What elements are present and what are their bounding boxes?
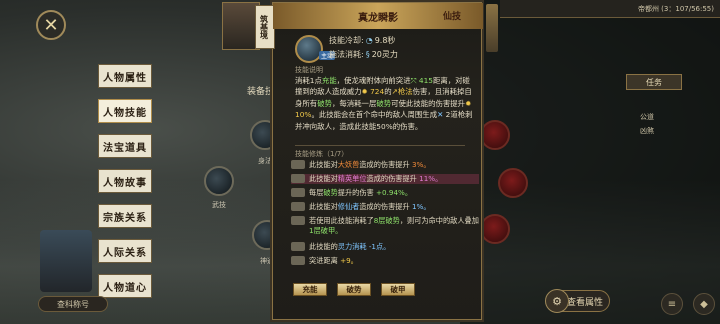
tab-relations[interactable]: 人际关系 <box>98 239 152 263</box>
inscription-title: 技能修炼（1/7） <box>295 150 349 158</box>
filter-break-momentum-button[interactable]: 破势 <box>337 283 371 296</box>
desc-title: 技能说明 <box>295 66 323 74</box>
enemy-skill-icon[interactable] <box>480 214 510 244</box>
menu-icon[interactable]: ≡ <box>661 293 683 315</box>
spike-icon: ✕ <box>437 110 444 120</box>
character-portrait[interactable] <box>40 230 92 292</box>
right-panel-backdrop <box>460 0 720 324</box>
enemy-skill-icon[interactable] <box>498 168 528 198</box>
divider <box>295 145 465 146</box>
inscription-row[interactable]: 此技能对修仙者造成的伤害提升 1%。 <box>291 202 479 212</box>
inscription-row[interactable]: 此技能的灵力消耗 -1点。 <box>291 242 479 252</box>
side-item-justice: 公道 <box>640 113 654 121</box>
equip-skill-label: 装备技 <box>247 87 275 97</box>
bag-icon[interactable]: ◆ <box>693 293 715 315</box>
movement-skill-label: 身法 <box>258 157 272 165</box>
inscription-row[interactable]: 此技能对精英单位造成的伤害提升 11%。 <box>291 174 479 184</box>
filter-armor-break-button[interactable]: 破甲 <box>381 283 415 296</box>
inscription-row[interactable]: 每层破势提升的伤害 +0.94%。 <box>291 188 479 198</box>
inscription-row[interactable]: 若使用此技能消耗了8层破势，则可为命中的敌人叠加 1层破甲。 <box>291 216 479 236</box>
skill-description: 消耗1点充能，使龙魂附体向前突进⤧ 415距离，对碰撞到的敌人造成威力✹ 724… <box>295 76 473 131</box>
task-button[interactable]: 任务 <box>626 74 682 90</box>
tab-treasures[interactable]: 法宝道具 <box>98 134 152 158</box>
side-item-evil: 凶煞 <box>640 127 654 135</box>
tab-story[interactable]: 人物故事 <box>98 169 152 193</box>
distance-icon: ⤧ <box>410 76 417 85</box>
inscription-icon <box>291 256 305 265</box>
martial-skill-label: 武技 <box>212 201 226 209</box>
close-button[interactable]: ✕ <box>36 10 66 40</box>
inscription-icon <box>291 242 305 251</box>
mana-icon: § <box>365 50 370 59</box>
portrait-title-label[interactable]: 查科称号 <box>38 296 108 312</box>
close-icon: ✕ <box>43 14 59 36</box>
skill-detail-popup: 筑基境 真龙瞬影 仙技 主动 技能冷却: ◔ 9.8秒 施法消耗: § 20灵力 技能说… <box>255 2 483 320</box>
cost-stat: 施法消耗: § 20灵力 <box>329 50 398 59</box>
martial-skill-icon[interactable] <box>204 166 234 196</box>
clock-icon: ◔ <box>365 36 373 45</box>
tab-dao-heart[interactable]: 人物道心 <box>98 274 152 298</box>
tab-attributes[interactable]: 人物属性 <box>98 64 152 88</box>
attribute-icon: ⚙ <box>545 289 569 313</box>
view-attributes-button[interactable]: ⚙ 查看属性 <box>545 289 610 313</box>
inscription-filter-buttons: 充能 破势 破甲 <box>293 283 463 296</box>
inscription-icon <box>291 202 305 211</box>
inscription-icon <box>291 160 305 169</box>
inscription-icon <box>291 216 305 225</box>
inscription-row[interactable]: 突进距离 +9。 <box>291 256 479 266</box>
scroll-handle[interactable] <box>486 4 498 52</box>
character-tabs: 人物属性 人物技能 法宝道具 人物故事 宗族关系 人际关系 人物道心 <box>98 64 154 309</box>
enemy-skill-icon[interactable] <box>480 120 510 150</box>
tier-badge: 仙技 <box>442 12 461 22</box>
inscription-icon <box>291 174 305 183</box>
realm-tag: 筑基境 <box>255 5 275 49</box>
tab-skills[interactable]: 人物技能 <box>98 99 152 123</box>
power-icon: ✹ <box>465 98 472 108</box>
filter-charge-button[interactable]: 充能 <box>293 283 327 296</box>
inscription-row[interactable]: 此技能对大妖兽造成的伤害提升 3%。 <box>291 160 479 170</box>
corner-buttons: ≡ ◆ <box>656 286 720 322</box>
tab-clan[interactable]: 宗族关系 <box>98 204 152 228</box>
cooldown-stat: 技能冷却: ◔ 9.8秒 <box>329 36 396 45</box>
power-icon: ✹ <box>361 87 368 97</box>
status-bar: 帝都州 (3：107/56:55) <box>500 0 720 18</box>
inscription-icon <box>291 188 305 197</box>
